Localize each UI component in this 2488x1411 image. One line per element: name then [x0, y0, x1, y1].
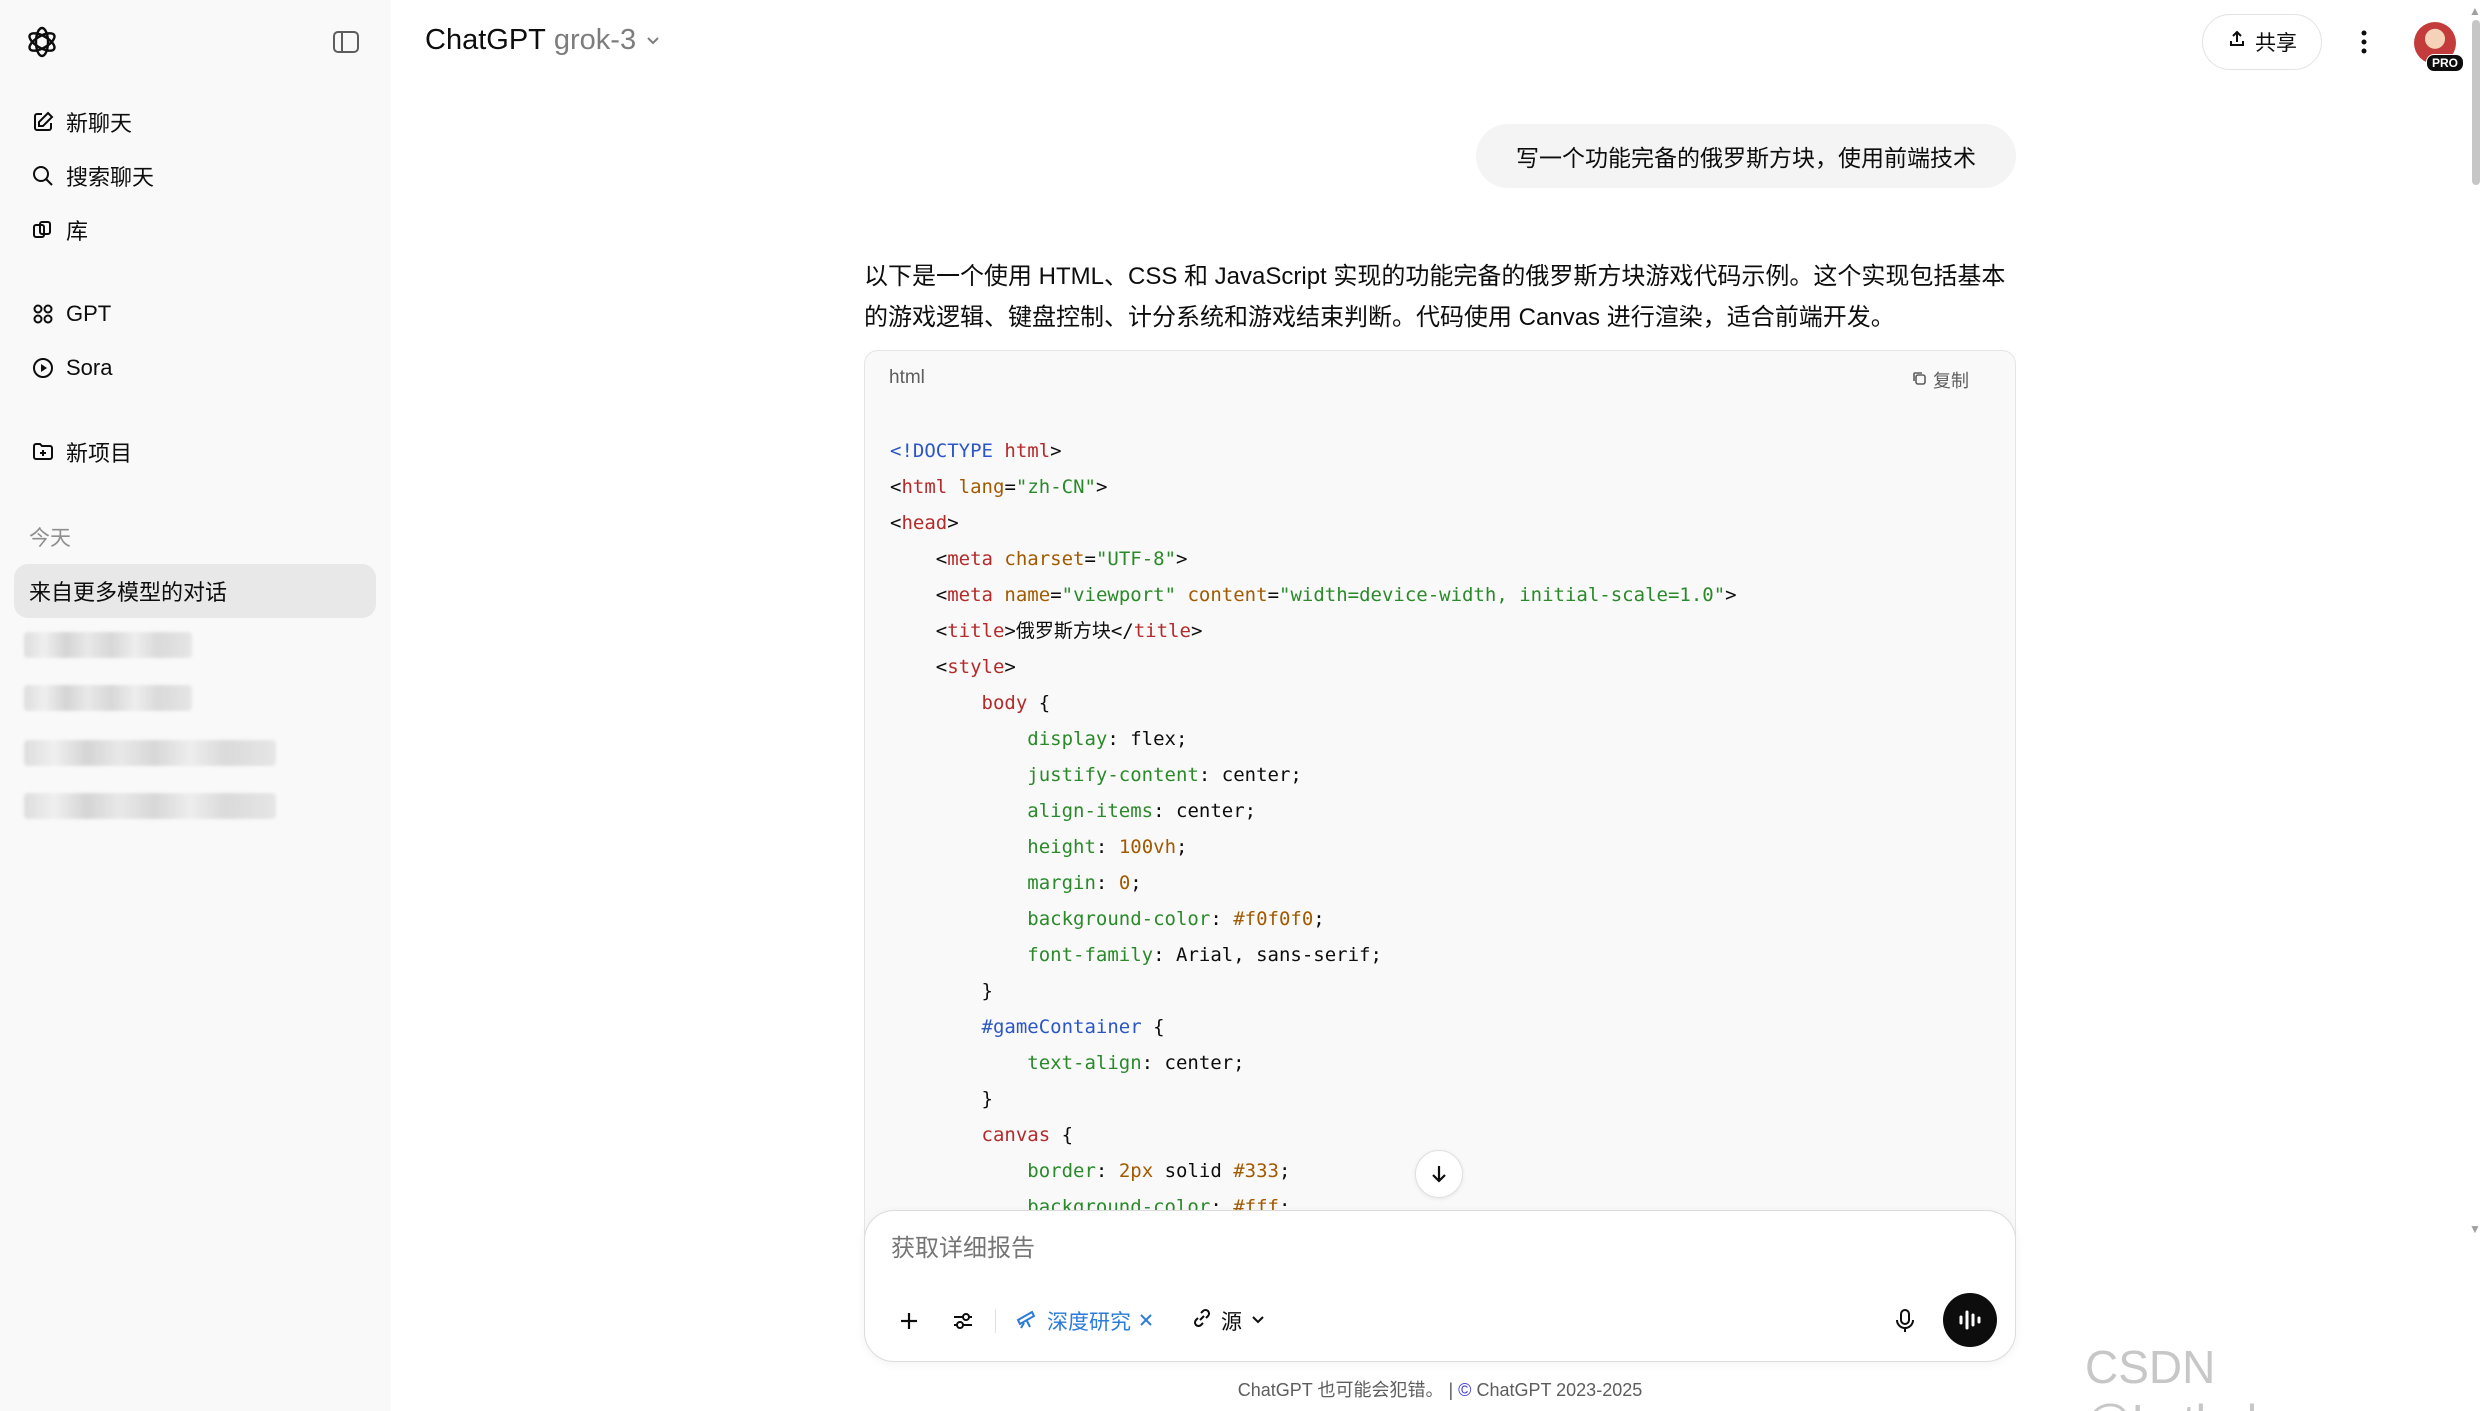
new-project-button[interactable]: 新项目	[14, 426, 376, 478]
library-label: 库	[66, 219, 89, 244]
library-button[interactable]: 库	[14, 204, 376, 256]
code-content: <!DOCTYPE html> <html lang="zh-CN"> <hea…	[890, 440, 1737, 1218]
prompt-input[interactable]	[891, 1235, 1791, 1263]
chevron-down-icon	[1250, 1309, 1266, 1333]
microphone-icon	[1896, 1309, 1914, 1332]
user-message: 写一个功能完备的俄罗斯方块，使用前端技术	[1476, 124, 2016, 188]
sliders-icon	[954, 1313, 972, 1329]
scroll-to-bottom-button[interactable]	[1415, 1150, 1463, 1198]
source-label: 源	[1221, 1311, 1242, 1334]
folder-plus-icon	[30, 439, 56, 465]
search-chat-button[interactable]: 搜索聊天	[14, 150, 376, 202]
sidebar-toggle-icon	[333, 31, 359, 53]
link-icon	[1191, 1307, 1213, 1335]
search-chat-label: 搜索聊天	[66, 165, 155, 190]
history-item-active[interactable]: 来自更多模型的对话	[14, 564, 376, 618]
gpt-label: GPT	[66, 301, 112, 326]
toolbar-divider	[995, 1309, 996, 1333]
scrollbar-down-arrow[interactable]: ▼	[2469, 1222, 2481, 1236]
new-project-label: 新项目	[66, 441, 133, 466]
disclaimer-text: ChatGPT 也可能会犯错。	[1237, 1380, 1444, 1400]
search-icon	[30, 163, 56, 189]
new-chat-button[interactable]: 新聊天	[14, 96, 376, 148]
pro-badge: PRO	[2426, 54, 2465, 72]
sidebar: 新聊天 搜索聊天 库 GPT Sora 新项目 今天 来自更多模型的对话	[0, 0, 391, 1411]
model-name: grok-3	[553, 24, 637, 56]
assistant-intro: 以下是一个使用 HTML、CSS 和 JavaScript 实现的功能完备的俄罗…	[864, 263, 2006, 331]
deep-research-label: 深度研究	[1047, 1311, 1131, 1334]
model-selector[interactable]: ChatGPT grok-3	[425, 24, 662, 57]
code-language: html	[889, 367, 925, 388]
history-item-blurred[interactable]	[24, 685, 192, 711]
copy-code-button[interactable]: 复制	[1911, 367, 1969, 393]
history-item-blurred[interactable]	[24, 632, 192, 658]
copyright-icon: ©	[1458, 1380, 1472, 1400]
chevron-down-icon	[644, 24, 662, 57]
gpt-button[interactable]: GPT	[14, 288, 376, 340]
more-options-button[interactable]	[2344, 22, 2384, 62]
sora-label: Sora	[66, 355, 113, 380]
close-icon[interactable]	[1139, 1309, 1153, 1333]
new-chat-label: 新聊天	[66, 111, 133, 136]
waveform-icon	[1959, 1310, 1981, 1330]
history-item-blurred[interactable]	[24, 740, 276, 766]
tools-button[interactable]	[945, 1303, 981, 1339]
history-section-today: 今天	[29, 527, 71, 550]
copyright-text: ChatGPT 2023-2025	[1476, 1380, 1643, 1400]
share-label: 共享	[2255, 32, 2297, 55]
library-icon	[30, 217, 56, 243]
edit-icon	[30, 109, 56, 135]
scrollbar-up-arrow[interactable]: ▲	[2469, 4, 2481, 18]
code-block: html 复制 <!DOCTYPE html> <html lang="zh-C…	[864, 350, 2016, 1250]
share-icon	[2227, 29, 2247, 55]
play-icon	[30, 355, 56, 381]
attach-button[interactable]	[891, 1303, 927, 1339]
app-name: ChatGPT	[425, 24, 546, 56]
footer-separator: |	[1448, 1380, 1459, 1400]
source-selector[interactable]: 源	[1191, 1303, 1266, 1339]
grid-icon	[30, 301, 56, 327]
watermark: CSDN @Lethehong	[2085, 1341, 2349, 1411]
sora-button[interactable]: Sora	[14, 342, 376, 394]
copy-icon	[1911, 370, 1927, 391]
toggle-sidebar-button[interactable]	[328, 26, 364, 58]
copy-label: 复制	[1933, 371, 1969, 391]
openai-logo-icon[interactable]	[24, 24, 60, 60]
telescope-icon	[1015, 1306, 1039, 1336]
share-button[interactable]: 共享	[2202, 14, 2322, 70]
dictate-button[interactable]	[1887, 1303, 1923, 1339]
arrow-down-icon	[1432, 1166, 1446, 1183]
voice-mode-button[interactable]	[1943, 1293, 1997, 1347]
scrollbar-thumb[interactable]	[2472, 20, 2480, 185]
history-item-blurred[interactable]	[24, 793, 276, 819]
more-vertical-icon	[2361, 30, 2367, 54]
deep-research-chip[interactable]: 深度研究	[1015, 1303, 1153, 1339]
composer: 深度研究 源	[864, 1210, 2016, 1362]
plus-icon	[901, 1313, 917, 1329]
footer-disclaimer: ChatGPT 也可能会犯错。 | © ChatGPT 2023-2025	[864, 1376, 2016, 1402]
